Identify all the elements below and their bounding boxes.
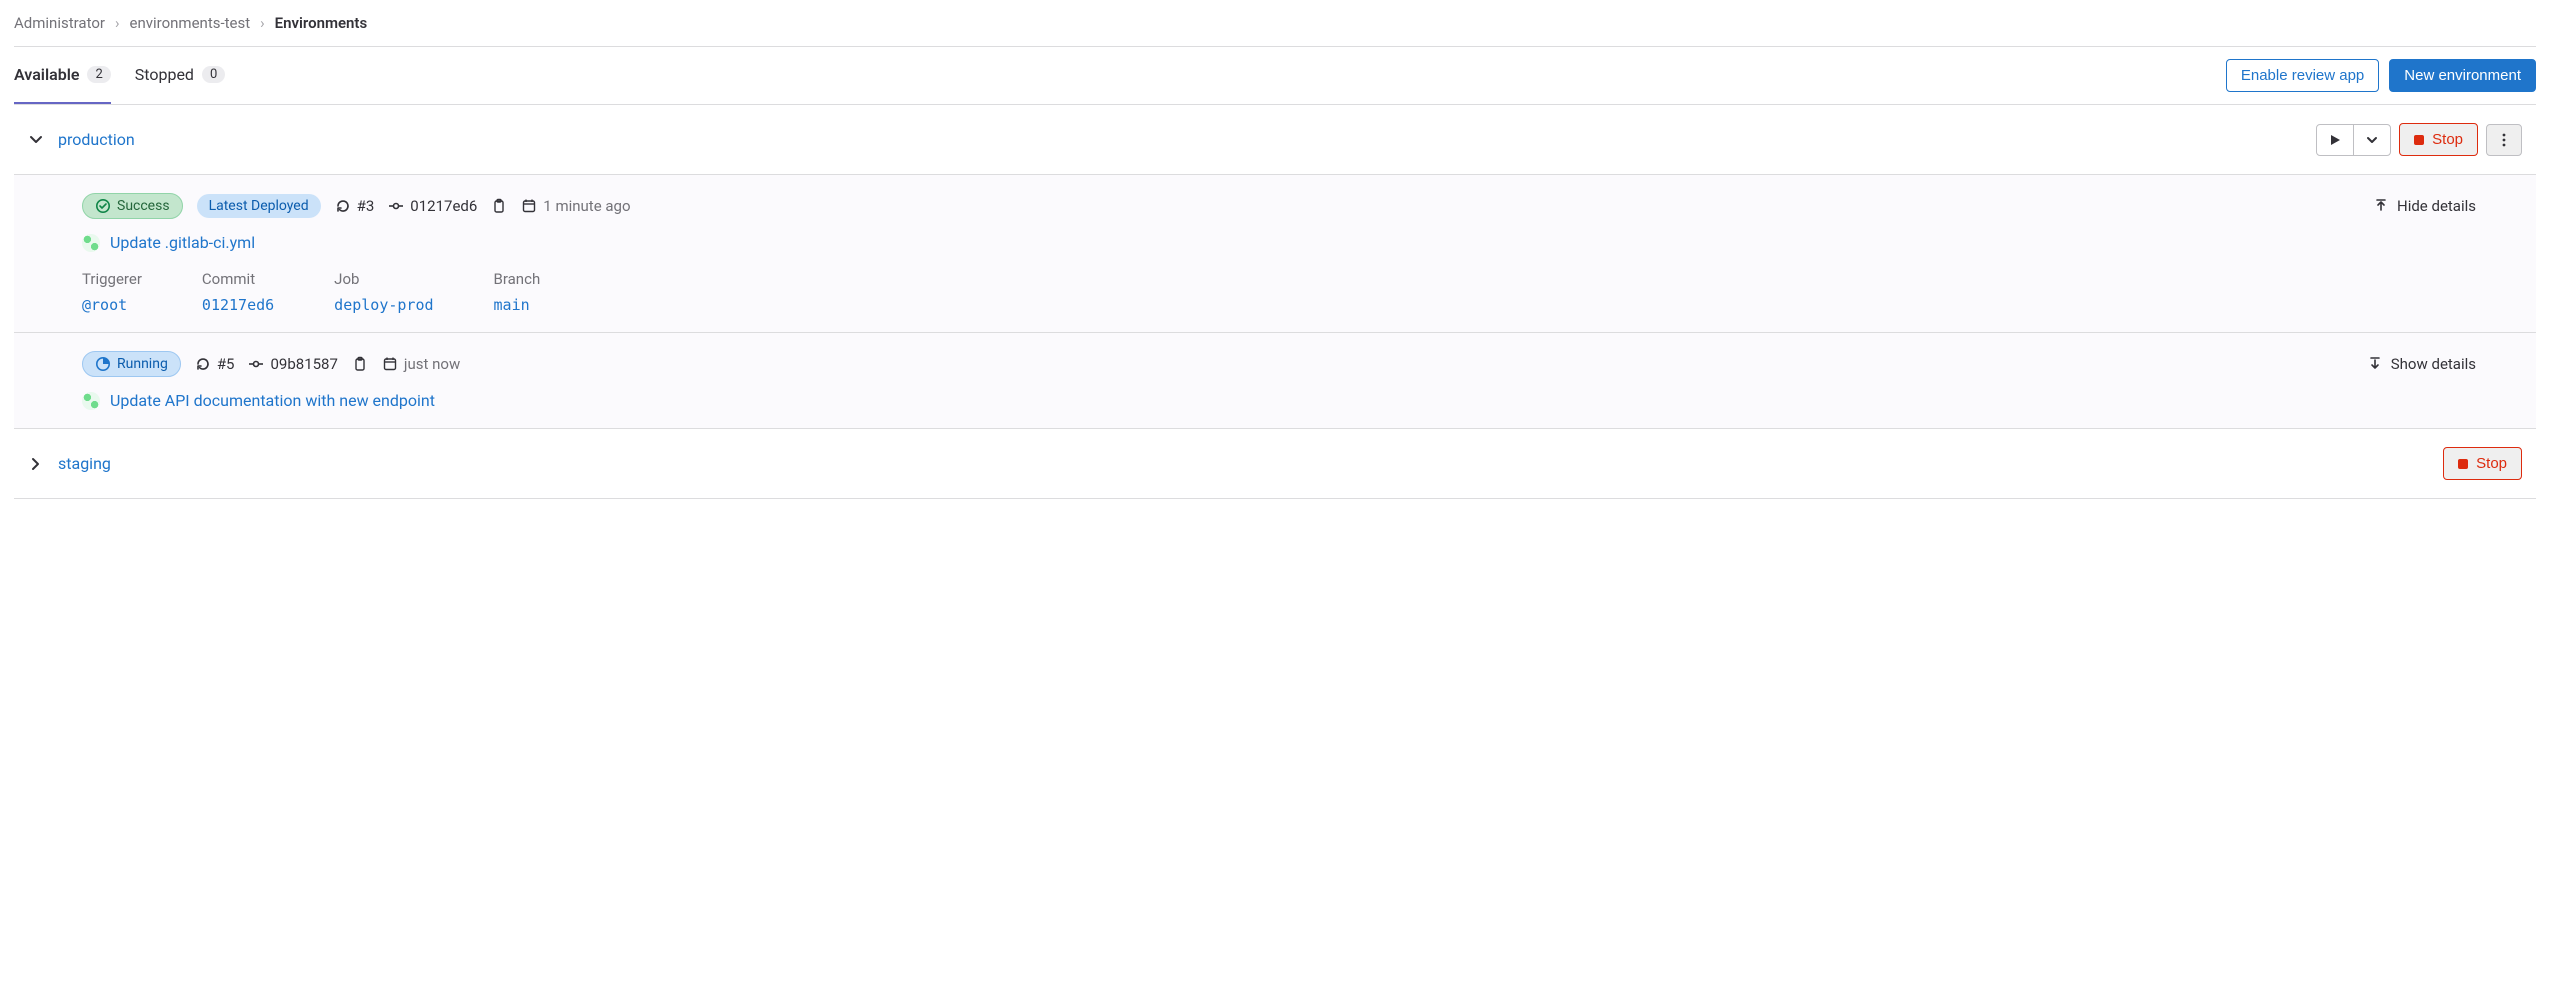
breadcrumb-current: Environments bbox=[275, 14, 368, 32]
chevron-down-icon[interactable] bbox=[28, 132, 44, 148]
tab-available-count: 2 bbox=[87, 66, 110, 83]
status-badge-running[interactable]: Running bbox=[82, 351, 181, 377]
tab-stopped-count: 0 bbox=[202, 66, 225, 83]
deployment-iid[interactable]: #5 bbox=[195, 355, 235, 373]
deployment-sha[interactable]: 09b81587 bbox=[248, 355, 337, 373]
latest-deployed-badge: Latest Deployed bbox=[197, 194, 321, 218]
avatar-icon bbox=[82, 234, 100, 252]
tab-stopped[interactable]: Stopped 0 bbox=[135, 47, 226, 104]
triggerer-label: Triggerer bbox=[82, 270, 142, 288]
stop-button[interactable]: Stop bbox=[2399, 123, 2478, 156]
stop-button-label: Stop bbox=[2476, 455, 2507, 472]
deployment-row: Running #5 09b81587 just now Show detail… bbox=[14, 333, 2536, 429]
deploy-actions-group bbox=[2316, 124, 2391, 156]
commit-message-link[interactable]: Update .gitlab-ci.yml bbox=[110, 233, 255, 252]
chevron-right-icon[interactable] bbox=[28, 456, 44, 472]
running-icon bbox=[95, 356, 111, 372]
tab-bar: Available 2 Stopped 0 Enable review app … bbox=[14, 46, 2536, 105]
stop-icon bbox=[2458, 459, 2468, 469]
chevron-right-icon: › bbox=[115, 14, 120, 32]
status-badge-label: Success bbox=[117, 198, 170, 214]
copy-sha-button[interactable] bbox=[491, 198, 507, 214]
hide-details-button[interactable]: Hide details bbox=[2373, 197, 2476, 215]
stop-icon bbox=[2414, 135, 2424, 145]
status-badge-success[interactable]: Success bbox=[82, 193, 183, 219]
avatar-icon bbox=[82, 392, 100, 410]
retry-icon bbox=[195, 356, 211, 372]
collapse-up-icon bbox=[2373, 198, 2389, 214]
new-environment-button[interactable]: New environment bbox=[2389, 59, 2536, 92]
deployment-iid[interactable]: #3 bbox=[335, 197, 375, 215]
branch-label: Branch bbox=[494, 270, 541, 288]
clipboard-icon bbox=[352, 356, 368, 372]
enable-review-app-button[interactable]: Enable review app bbox=[2226, 59, 2379, 92]
stop-button[interactable]: Stop bbox=[2443, 447, 2522, 480]
check-circle-icon bbox=[95, 198, 111, 214]
chevron-right-icon: › bbox=[260, 14, 265, 32]
branch-link[interactable]: main bbox=[494, 296, 530, 314]
deployment-sha[interactable]: 01217ed6 bbox=[388, 197, 477, 215]
expand-down-icon bbox=[2367, 356, 2383, 372]
deployment-row: Success Latest Deployed #3 01217ed6 1 mi… bbox=[14, 175, 2536, 333]
breadcrumb-owner[interactable]: Administrator bbox=[14, 14, 105, 32]
deployment-details: Triggerer @root Commit 01217ed6 Job depl… bbox=[82, 270, 2476, 314]
copy-sha-button[interactable] bbox=[352, 356, 368, 372]
more-actions-button[interactable] bbox=[2486, 124, 2522, 156]
environment-link-production[interactable]: production bbox=[58, 130, 135, 149]
breadcrumb: Administrator › environments-test › Envi… bbox=[14, 0, 2536, 46]
retry-icon bbox=[335, 198, 351, 214]
tab-available-label: Available bbox=[14, 65, 79, 84]
environment-row-staging: staging Stop bbox=[14, 429, 2536, 499]
environment-link-staging[interactable]: staging bbox=[58, 454, 111, 473]
calendar-icon bbox=[521, 198, 537, 214]
tab-available[interactable]: Available 2 bbox=[14, 47, 111, 104]
commit-icon bbox=[248, 356, 264, 372]
play-dropdown-button[interactable] bbox=[2353, 125, 2390, 155]
commit-link[interactable]: 01217ed6 bbox=[202, 296, 274, 314]
calendar-icon bbox=[382, 356, 398, 372]
environment-row-production: production Stop bbox=[14, 105, 2536, 175]
stop-button-label: Stop bbox=[2432, 131, 2463, 148]
job-label: Job bbox=[334, 270, 433, 288]
breadcrumb-project[interactable]: environments-test bbox=[130, 14, 251, 32]
commit-label: Commit bbox=[202, 270, 274, 288]
play-button[interactable] bbox=[2317, 125, 2353, 155]
commit-icon bbox=[388, 198, 404, 214]
show-details-button[interactable]: Show details bbox=[2367, 355, 2476, 373]
tab-stopped-label: Stopped bbox=[135, 65, 194, 84]
clipboard-icon bbox=[491, 198, 507, 214]
triggerer-link[interactable]: @root bbox=[82, 296, 127, 314]
commit-message-link[interactable]: Update API documentation with new endpoi… bbox=[110, 391, 435, 410]
status-badge-label: Running bbox=[117, 356, 168, 372]
deployment-time: 1 minute ago bbox=[521, 197, 630, 215]
deployment-time: just now bbox=[382, 355, 460, 373]
job-link[interactable]: deploy-prod bbox=[334, 296, 433, 314]
